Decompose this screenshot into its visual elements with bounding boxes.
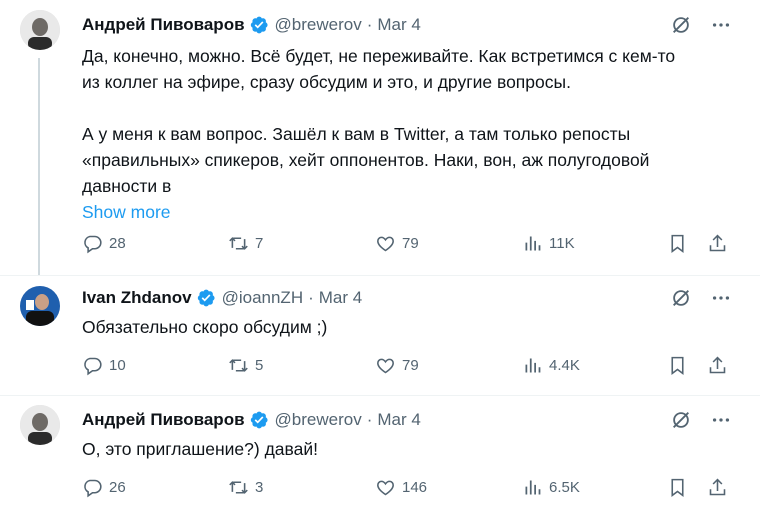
tweet-header: Андрей Пивоваров @brewerov · Mar 4 (82, 409, 421, 431)
divider (0, 275, 760, 276)
like-button[interactable]: 79 (375, 233, 419, 254)
grok-icon[interactable] (670, 287, 692, 309)
avatar[interactable] (20, 10, 60, 50)
reply-count: 28 (109, 235, 126, 252)
like-count: 146 (402, 479, 428, 496)
tweet-text: Да, конечно, можно. Всё будет, не пережи… (82, 43, 732, 225)
like-count: 79 (402, 357, 419, 374)
tweet[interactable]: Ivan Zhdanov @ioannZH · Mar 4 Обязательн… (0, 275, 760, 395)
author-name[interactable]: Андрей Пивоваров (82, 15, 245, 35)
tweet-date[interactable]: Mar 4 (377, 410, 420, 430)
verified-badge-icon (249, 15, 269, 35)
tweet-text: О, это приглашение?) давай! (82, 436, 732, 462)
repost-button[interactable]: 7 (228, 233, 263, 254)
reply-count: 26 (109, 479, 126, 496)
share-icon (707, 355, 728, 376)
separator: · (366, 15, 373, 34)
tweet-text: Обязательно скоро обсудим ;) (82, 314, 732, 340)
separator: · (366, 410, 373, 429)
text-line: А у меня к вам вопрос. Зашёл к вам в Twi… (82, 124, 631, 144)
text-line: из коллег на эфире, сразу обсудим и это,… (82, 72, 571, 92)
avatar[interactable] (20, 405, 60, 445)
grok-icon[interactable] (670, 14, 692, 36)
share-button[interactable] (707, 233, 728, 254)
bookmark-icon (667, 477, 688, 498)
share-icon (707, 477, 728, 498)
divider (0, 395, 760, 396)
more-options-icon[interactable] (710, 287, 732, 309)
text-line: Обязательно скоро обсудим ;) (82, 317, 328, 337)
avatar[interactable] (20, 286, 60, 326)
bookmark-icon (667, 233, 688, 254)
views-button[interactable]: 6.5K (522, 477, 580, 498)
separator: · (308, 288, 314, 307)
reply-icon (82, 355, 103, 376)
text-line (82, 95, 732, 121)
tweet-date[interactable]: Mar 4 (319, 288, 362, 308)
views-icon (522, 233, 543, 254)
bookmark-button[interactable] (667, 233, 688, 254)
author-name[interactable]: Андрей Пивоваров (82, 410, 245, 430)
reply-icon (82, 233, 103, 254)
view-count: 4.4K (549, 357, 580, 374)
share-button[interactable] (707, 477, 728, 498)
text-line: Да, конечно, можно. Всё будет, не пережи… (82, 46, 676, 66)
thread-line (38, 58, 40, 275)
heart-icon (375, 355, 396, 376)
author-handle[interactable]: @ioannZH (222, 288, 304, 308)
tweet[interactable]: Андрей Пивоваров @brewerov · Mar 4 О, эт… (0, 395, 760, 511)
tweet-header: Ivan Zhdanov @ioannZH · Mar 4 (82, 287, 362, 309)
repost-count: 5 (255, 357, 264, 374)
reply-button[interactable]: 26 (82, 477, 126, 498)
like-count: 79 (402, 235, 419, 252)
grok-icon[interactable] (670, 409, 692, 431)
tweet-actions: 26 3 146 6.5K (82, 477, 732, 501)
tweet-date[interactable]: Mar 4 (377, 15, 420, 35)
views-button[interactable]: 4.4K (522, 355, 580, 376)
heart-icon (375, 477, 396, 498)
text-line: О, это приглашение?) давай! (82, 439, 319, 459)
author-name[interactable]: Ivan Zhdanov (82, 288, 192, 308)
bookmark-icon (667, 355, 688, 376)
share-icon (707, 233, 728, 254)
repost-button[interactable]: 3 (228, 477, 263, 498)
text-line: «правильных» спикеров, хейт оппонентов. … (82, 150, 650, 170)
tweet-actions: 10 5 79 4.4K (82, 355, 732, 379)
view-count: 6.5K (549, 479, 580, 496)
tweet-actions: 28 7 79 11K (82, 233, 732, 257)
reply-count: 10 (109, 357, 126, 374)
reply-icon (82, 477, 103, 498)
views-icon (522, 477, 543, 498)
views-button[interactable]: 11K (522, 233, 575, 254)
views-icon (522, 355, 543, 376)
repost-icon (228, 355, 249, 376)
view-count: 11K (549, 235, 575, 252)
heart-icon (375, 233, 396, 254)
like-button[interactable]: 146 (375, 477, 427, 498)
bookmark-button[interactable] (667, 355, 688, 376)
repost-count: 3 (255, 479, 264, 496)
verified-badge-icon (249, 410, 269, 430)
author-handle[interactable]: @brewerov (275, 15, 362, 35)
text-line: давности в (82, 176, 172, 196)
tweet[interactable]: Андрей Пивоваров @brewerov · Mar 4 Да, к… (0, 0, 760, 275)
share-button[interactable] (707, 355, 728, 376)
like-button[interactable]: 79 (375, 355, 419, 376)
more-options-icon[interactable] (710, 14, 732, 36)
repost-count: 7 (255, 235, 264, 252)
author-handle[interactable]: @brewerov (275, 410, 362, 430)
repost-icon (228, 233, 249, 254)
repost-button[interactable]: 5 (228, 355, 263, 376)
tweet-header: Андрей Пивоваров @brewerov · Mar 4 (82, 14, 421, 36)
reply-button[interactable]: 10 (82, 355, 126, 376)
show-more-link[interactable]: Show more (82, 202, 171, 222)
more-options-icon[interactable] (710, 409, 732, 431)
bookmark-button[interactable] (667, 477, 688, 498)
reply-button[interactable]: 28 (82, 233, 126, 254)
repost-icon (228, 477, 249, 498)
verified-badge-icon (196, 288, 216, 308)
